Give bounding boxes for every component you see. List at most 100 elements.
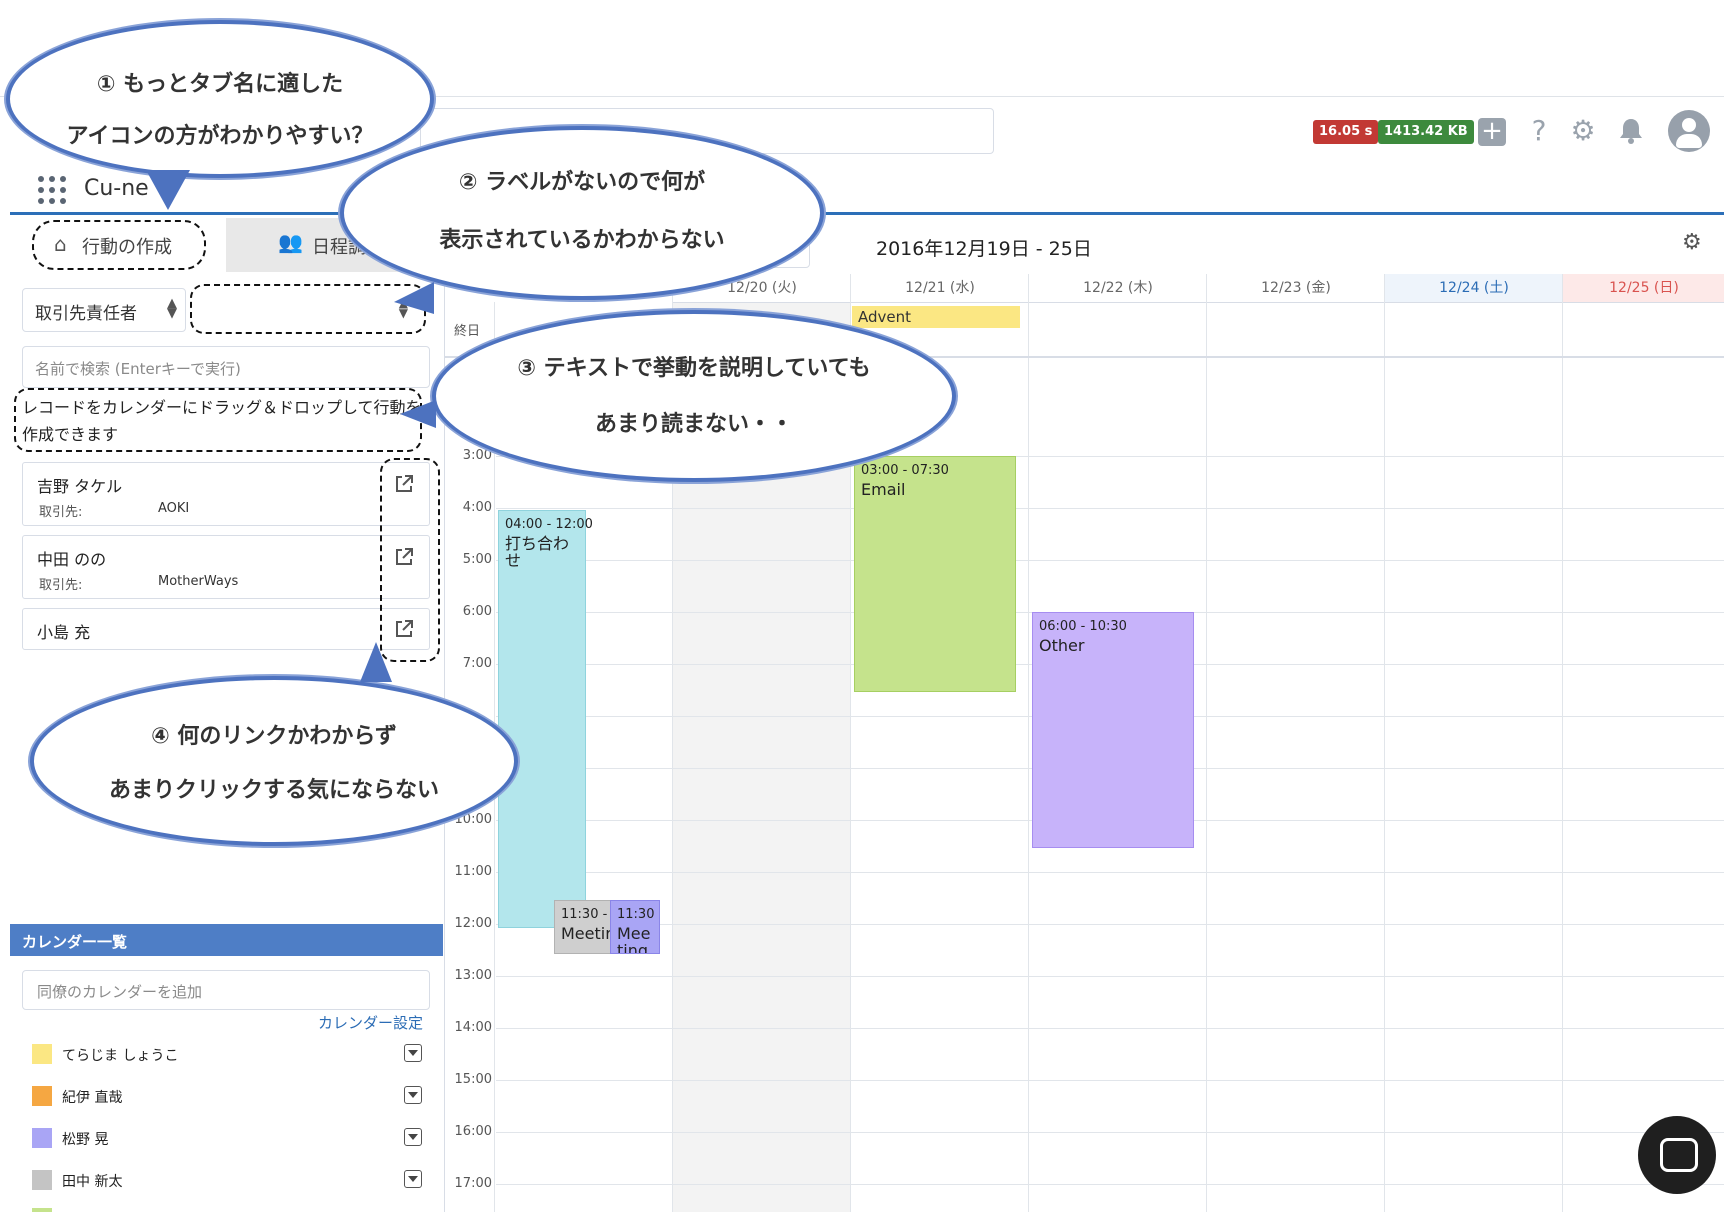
hour-line (496, 1028, 1724, 1029)
annotation-text: ④ 何のリンクかわからず (151, 724, 397, 749)
annotation-bubble-1: ① もっとタブ名に適した アイコンの方がわかりやすい？ (6, 20, 434, 178)
time-label: 12:00 (454, 916, 492, 931)
plus-icon[interactable]: + (1478, 118, 1506, 146)
highlight-frame-select (190, 284, 426, 334)
time-label: 13:00 (454, 968, 492, 983)
dropdown-icon[interactable] (404, 1170, 422, 1188)
event-title: Other (1039, 636, 1085, 655)
user-avatar[interactable] (1668, 110, 1710, 152)
day-column (1562, 302, 1563, 1212)
gear-icon[interactable]: ⚙ (1566, 114, 1600, 148)
memory-badge: 1413.42 KB (1378, 120, 1474, 144)
calendar-list-header: カレンダー一覧 (10, 924, 443, 956)
chat-icon[interactable] (1638, 1116, 1716, 1194)
app-name: Cu-ne (84, 176, 149, 201)
event-time: 04:00 - 12:00 (505, 517, 593, 532)
annotation-text: あまりクリックする気にならない (108, 778, 439, 803)
object-type-select[interactable]: 取引先責任者 ▲ ▼ (22, 288, 186, 332)
calendar-event[interactable]: 06:00 - 10:30 Other (1032, 612, 1194, 848)
event-time: 03:00 - 07:30 (861, 463, 949, 478)
day-header: 12/21 (水) (850, 274, 1029, 303)
event-time: 06:00 - 10:30 (1039, 619, 1127, 634)
annotation-text: 表示されているかわからない (439, 228, 725, 253)
contact-account-label: 取引先: (39, 578, 83, 593)
contact-item[interactable]: 吉野 タケル 取引先: AOKI (22, 462, 430, 526)
annotation-bubble-4: ④ 何のリンクかわからず あまりクリックする気にならない (30, 676, 518, 846)
hour-line (496, 976, 1724, 977)
calendar-event[interactable]: 11:30 - Mee ting (610, 900, 660, 954)
name-search-input[interactable]: 名前で検索 (Enterキーで実行) (22, 346, 430, 388)
calendar-event[interactable]: 11:30 - 1 Meetir (554, 900, 612, 954)
annotation-pointer (394, 282, 434, 314)
day-header-label: 12/24 (土) (1439, 280, 1509, 296)
day-header-label: 12/22 (木) (1083, 280, 1153, 296)
select-arrows-icon: ▲ ▼ (167, 296, 177, 321)
date-range-title: 2016年12月19日 - 25日 (876, 238, 1092, 260)
day-header-label: 12/25 (日) (1609, 280, 1679, 296)
annotation-text: アイコンの方がわかりやすい？ (66, 124, 374, 149)
event-title: Mee ting (617, 924, 651, 954)
calendar-color-swatch (32, 1086, 52, 1106)
calendar-list-item[interactable]: 紀伊 直哉 (32, 1084, 432, 1108)
calendar-event[interactable]: 03:00 - 07:30 Email (854, 456, 1016, 692)
allday-event[interactable]: Advent (852, 306, 1020, 328)
annotation-bubble-2: ② ラベルがないので何が 表示されているかわからない (340, 126, 824, 300)
time-label: 6:00 (462, 604, 492, 619)
calendar-owner-name: 松野 晃 (62, 1132, 109, 1148)
dropdown-icon[interactable] (404, 1086, 422, 1104)
time-label: 4:00 (462, 500, 492, 515)
calendar-color-swatch (32, 1128, 52, 1148)
time-label: 17:00 (454, 1176, 492, 1191)
time-label: 7:00 (462, 656, 492, 671)
hour-line (496, 508, 1724, 509)
day-header: 12/23 (金) (1206, 274, 1385, 303)
time-label: 15:00 (454, 1072, 492, 1087)
calendar-color-swatch (32, 1170, 52, 1190)
highlight-frame-links (380, 458, 440, 662)
calendar-owner-name: 田中 新太 (62, 1174, 123, 1190)
contact-name: 中田 のの (37, 550, 107, 569)
object-type-value: 取引先責任者 (35, 304, 137, 324)
event-title: 打ち合わせ (505, 534, 570, 570)
dropdown-icon[interactable] (404, 1044, 422, 1062)
day-column (1206, 302, 1207, 1212)
calendar-gear-icon[interactable]: ⚙ (1682, 230, 1702, 255)
day-column (1028, 302, 1029, 1212)
hour-line (496, 1184, 1724, 1185)
event-title: Meetir (561, 924, 612, 943)
annotation-text: ① もっとタブ名に適した (96, 72, 344, 97)
contact-item[interactable]: 中田 のの 取引先: MotherWays (22, 535, 430, 599)
name-search-placeholder: 名前で検索 (Enterキーで実行) (35, 360, 241, 378)
calendar-settings-link[interactable]: カレンダー設定 (318, 1012, 423, 1033)
allday-event-title: Advent (858, 308, 912, 326)
annotation-bubble-3: ③ テキストで挙動を説明していても あまり読まない・・ (432, 310, 956, 482)
calendar-list-item[interactable]: 田中 新太 (32, 1168, 432, 1192)
day-header-label: 12/20 (火) (727, 280, 797, 296)
contact-account-label: 取引先: (39, 505, 83, 520)
add-colleague-calendar-input[interactable]: 同僚のカレンダーを追加 (22, 970, 430, 1010)
contact-name: 小島 充 (37, 623, 91, 642)
bell-icon[interactable] (1614, 114, 1648, 148)
time-label: 3:00 (462, 448, 492, 463)
highlight-frame-tab (32, 220, 206, 270)
day-header: 12/22 (木) (1028, 274, 1207, 303)
day-column (1384, 302, 1385, 1212)
annotation-text: あまり読まない・・ (594, 412, 793, 437)
allday-label: 終日 (454, 324, 481, 339)
hour-line (496, 1132, 1724, 1133)
dropdown-icon[interactable] (404, 1128, 422, 1146)
calendar-list-item[interactable]: 松野 晃 (32, 1126, 432, 1150)
contact-account-value: MotherWays (158, 574, 239, 589)
annotation-pointer (400, 400, 436, 428)
calendar-color-swatch (32, 1208, 52, 1212)
calendar-list-item[interactable]: てらじま しょうこ (32, 1042, 432, 1066)
event-title: Email (861, 480, 906, 499)
hour-line (496, 1080, 1724, 1081)
help-icon[interactable]: ? (1522, 114, 1556, 148)
app-launcher-icon[interactable] (38, 176, 68, 206)
day-header-label: 12/23 (金) (1261, 280, 1331, 296)
hour-line (496, 560, 1724, 561)
event-time: 11:30 - 1 (561, 907, 611, 922)
annotation-text: ② ラベルがないので何が (458, 170, 706, 195)
contact-account-value: AOKI (158, 501, 190, 516)
